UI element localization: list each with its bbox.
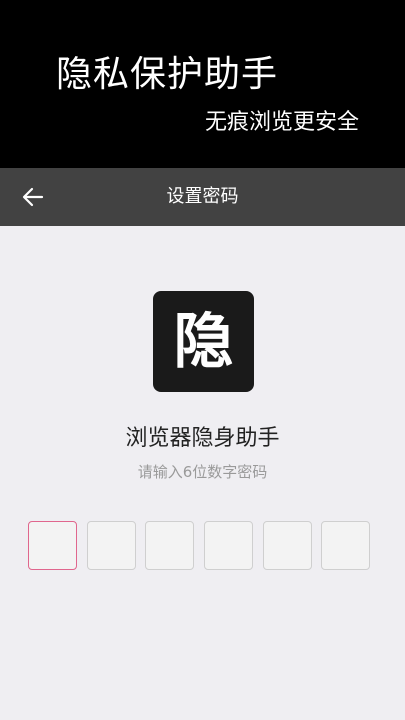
pin-digit-3[interactable] (145, 521, 194, 570)
pin-digit-1[interactable] (28, 521, 77, 570)
promo-subtitle: 无痕浏览更安全 (204, 110, 359, 135)
pin-digit-6[interactable] (321, 521, 370, 570)
pin-digit-4[interactable] (204, 521, 253, 570)
app-logo-char: 隐 (173, 306, 234, 377)
app-name: 浏览器隐身助手 (125, 426, 280, 451)
app-logo: 隐 (153, 291, 254, 392)
toolbar: 设置密码 (0, 168, 405, 226)
promo-banner: 隐私保护助手 无痕浏览更安全 (0, 0, 405, 168)
pin-digit-2[interactable] (87, 521, 136, 570)
password-hint: 请输入6位数字密码 (137, 463, 268, 481)
page-title: 设置密码 (166, 186, 239, 207)
pin-digit-5[interactable] (263, 521, 312, 570)
promo-title: 隐私保护助手 (56, 54, 279, 95)
